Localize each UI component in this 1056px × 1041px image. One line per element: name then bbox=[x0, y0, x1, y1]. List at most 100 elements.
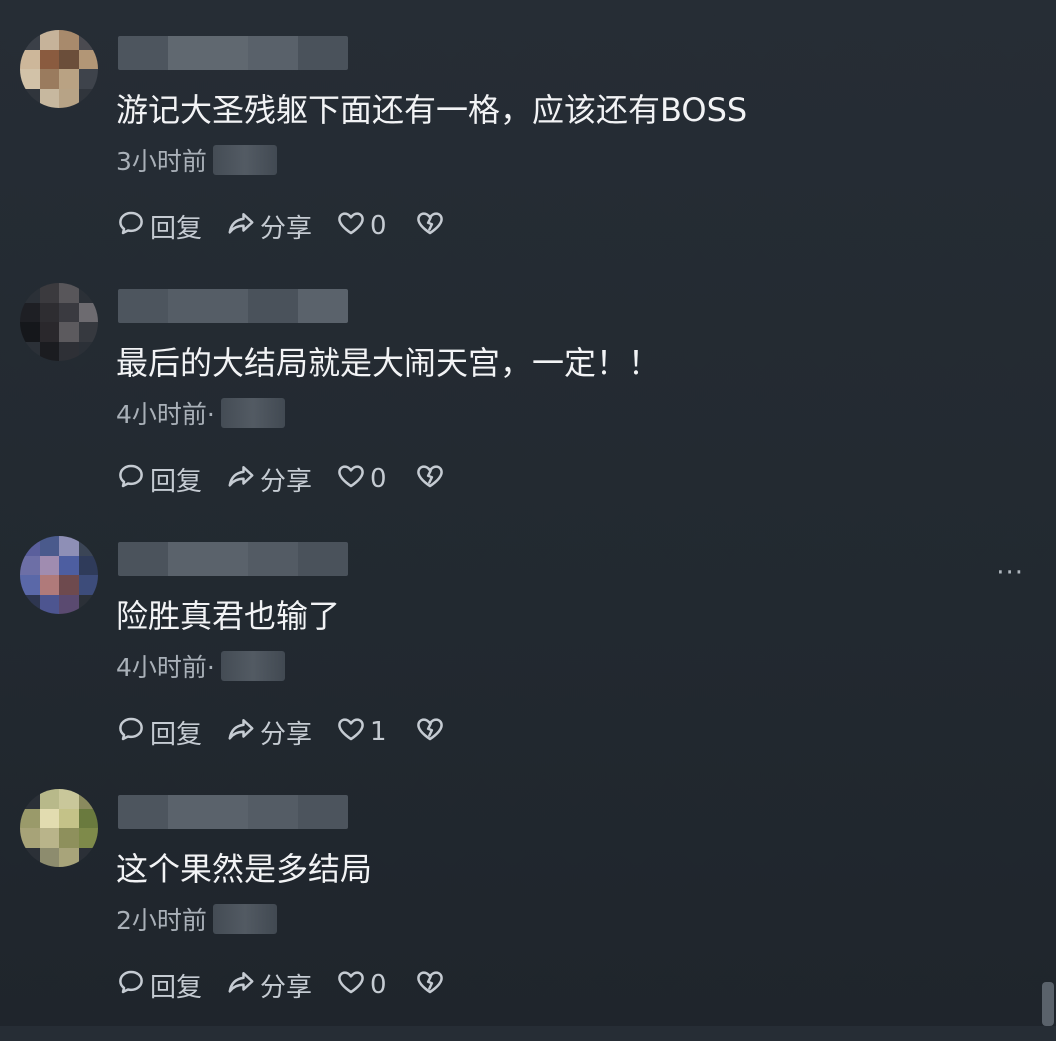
avatar-pixel bbox=[78, 322, 98, 342]
username-blur-block bbox=[168, 795, 248, 829]
avatar-pixel bbox=[78, 302, 98, 322]
avatar-pixel bbox=[20, 594, 40, 614]
username-blurred[interactable] bbox=[118, 36, 348, 70]
avatar-pixel bbox=[39, 555, 59, 575]
share-button[interactable]: 分享 bbox=[226, 208, 312, 245]
avatar-pixel bbox=[59, 49, 79, 69]
avatar-pixel bbox=[59, 789, 79, 809]
reply-icon bbox=[116, 208, 150, 245]
heart-icon bbox=[336, 461, 370, 498]
share-label: 分享 bbox=[260, 466, 313, 497]
avatar-pixel bbox=[78, 789, 98, 809]
avatar-pixel bbox=[78, 555, 98, 575]
broken-heart-icon bbox=[415, 967, 445, 1004]
avatar-pixel bbox=[20, 69, 40, 89]
like-button[interactable]: 0 bbox=[336, 461, 387, 498]
share-button[interactable]: 分享 bbox=[226, 714, 312, 751]
avatar-pixel bbox=[20, 847, 40, 867]
avatar-pixel bbox=[39, 30, 59, 50]
username-blurred[interactable] bbox=[118, 795, 348, 829]
avatar[interactable] bbox=[20, 789, 98, 867]
like-count: 0 bbox=[370, 970, 387, 1000]
avatar-pixel bbox=[20, 302, 40, 322]
share-icon bbox=[226, 208, 260, 245]
share-button[interactable]: 分享 bbox=[226, 967, 312, 1004]
reply-label: 回复 bbox=[150, 466, 203, 497]
avatar-pixel bbox=[59, 575, 79, 595]
like-button[interactable]: 1 bbox=[336, 714, 387, 751]
ip-location-blurred bbox=[212, 904, 277, 934]
broken-heart-icon bbox=[415, 461, 445, 498]
reply-button[interactable]: 回复 bbox=[116, 208, 202, 245]
broken-heart-icon bbox=[415, 714, 445, 751]
like-button[interactable]: 0 bbox=[336, 967, 387, 1004]
broken-heart-icon bbox=[415, 208, 445, 245]
comment-text: 最后的大结局就是大闹天宫，一定！！ bbox=[116, 344, 661, 382]
reply-button[interactable]: 回复 bbox=[116, 714, 202, 751]
avatar-pixel bbox=[39, 341, 59, 361]
reply-button[interactable]: 回复 bbox=[116, 461, 202, 498]
reply-label: 回复 bbox=[150, 972, 203, 1003]
avatar[interactable] bbox=[20, 30, 98, 108]
avatar[interactable] bbox=[20, 536, 98, 614]
avatar-pixel bbox=[78, 88, 98, 108]
reply-label: 回复 bbox=[150, 213, 203, 244]
comment-meta: 4小时前· bbox=[116, 395, 285, 431]
comment-item: 最后的大结局就是大闹天宫，一定！！ 4小时前· 回复 分享 0 bbox=[0, 283, 1056, 535]
comment-meta: 2小时前 bbox=[116, 901, 277, 937]
heart-icon bbox=[336, 714, 370, 751]
username-blur-block bbox=[168, 36, 248, 70]
share-icon bbox=[226, 714, 260, 751]
avatar-pixel bbox=[78, 49, 98, 69]
ip-location-blurred bbox=[220, 398, 285, 428]
username-blur-block bbox=[118, 795, 168, 829]
avatar-pixel bbox=[59, 594, 79, 614]
like-count: 0 bbox=[370, 464, 387, 494]
heart-icon bbox=[336, 208, 370, 245]
comment-actions: 回复 分享 0 bbox=[116, 965, 469, 1005]
ip-location-blurred bbox=[212, 145, 277, 175]
like-count: 1 bbox=[370, 717, 387, 747]
avatar-pixel bbox=[20, 283, 40, 303]
comment-actions: 回复 分享 0 bbox=[116, 459, 469, 499]
avatar-pixel bbox=[59, 847, 79, 867]
avatar-pixel bbox=[59, 88, 79, 108]
username-blur-block bbox=[248, 36, 298, 70]
avatar-pixel bbox=[20, 49, 40, 69]
comment-item: 这个果然是多结局 2小时前 回复 分享 0 bbox=[0, 789, 1056, 1041]
username-blurred[interactable] bbox=[118, 289, 348, 323]
username-blurred[interactable] bbox=[118, 542, 348, 576]
avatar-pixel bbox=[78, 594, 98, 614]
avatar-pixel bbox=[20, 808, 40, 828]
avatar-pixel bbox=[78, 575, 98, 595]
avatar-pixel bbox=[78, 808, 98, 828]
reply-button[interactable]: 回复 bbox=[116, 967, 202, 1004]
comment-time: 3小时前 bbox=[116, 147, 207, 176]
like-count: 0 bbox=[370, 211, 387, 241]
avatar-pixel bbox=[39, 302, 59, 322]
scrollbar-thumb[interactable] bbox=[1042, 982, 1054, 1026]
comment-item: 游记大圣残躯下面还有一格，应该还有BOSS 3小时前回复 分享 0 bbox=[0, 30, 1056, 282]
like-button[interactable]: 0 bbox=[336, 208, 387, 245]
avatar-pixel bbox=[20, 555, 40, 575]
dislike-button[interactable] bbox=[415, 208, 445, 245]
avatar-pixel bbox=[59, 555, 79, 575]
comment-text: 游记大圣残躯下面还有一格，应该还有BOSS bbox=[116, 91, 748, 129]
dislike-button[interactable] bbox=[415, 967, 445, 1004]
comment-text: 险胜真君也输了 bbox=[116, 597, 341, 635]
avatar[interactable] bbox=[20, 283, 98, 361]
username-blur-block bbox=[248, 795, 298, 829]
avatar-pixel bbox=[78, 341, 98, 361]
avatar-pixel bbox=[39, 322, 59, 342]
username-blur-block bbox=[248, 289, 298, 323]
avatar-pixel bbox=[20, 322, 40, 342]
more-options-button[interactable]: ··· bbox=[996, 558, 1024, 588]
avatar-pixel bbox=[59, 69, 79, 89]
avatar-pixel bbox=[59, 808, 79, 828]
share-icon bbox=[226, 967, 260, 1004]
dislike-button[interactable] bbox=[415, 714, 445, 751]
avatar-pixel bbox=[59, 828, 79, 848]
share-button[interactable]: 分享 bbox=[226, 461, 312, 498]
dislike-button[interactable] bbox=[415, 461, 445, 498]
ip-location-blurred bbox=[220, 651, 285, 681]
